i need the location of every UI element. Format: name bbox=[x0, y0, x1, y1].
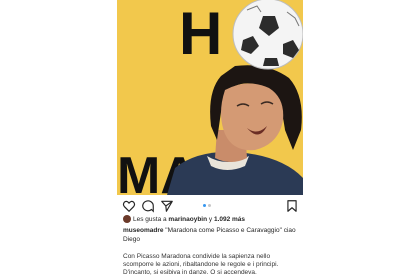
likes-count[interactable]: 1.092 más bbox=[214, 216, 245, 223]
caption-body: Con Picasso Maradona condivide la sapien… bbox=[123, 253, 279, 276]
post-caption: museomadre "Maradona come Picasso e Cara… bbox=[123, 227, 299, 244]
comment-icon[interactable] bbox=[141, 199, 155, 213]
carousel-dot-active bbox=[203, 204, 206, 207]
carousel-dot bbox=[208, 204, 211, 207]
likes-line: Les gusta a marinaoybin y 1.092 más bbox=[123, 215, 301, 224]
heart-icon[interactable] bbox=[122, 199, 136, 213]
post-image[interactable]: H MA bbox=[117, 0, 303, 195]
caption-author[interactable]: museomadre bbox=[123, 227, 163, 234]
avatar[interactable] bbox=[123, 215, 131, 223]
bookmark-icon[interactable] bbox=[285, 199, 299, 213]
share-icon[interactable] bbox=[160, 199, 174, 213]
instagram-post: H MA Les gusta a marinaoybin y 1.092 más… bbox=[117, 0, 303, 280]
likes-prefix: Les gusta a bbox=[133, 216, 169, 223]
carousel-indicator bbox=[203, 204, 219, 208]
liker-username[interactable]: marinaoybin bbox=[168, 216, 207, 223]
player-photo bbox=[167, 0, 303, 195]
likes-connector: y bbox=[207, 216, 214, 223]
post-actions bbox=[117, 199, 303, 215]
